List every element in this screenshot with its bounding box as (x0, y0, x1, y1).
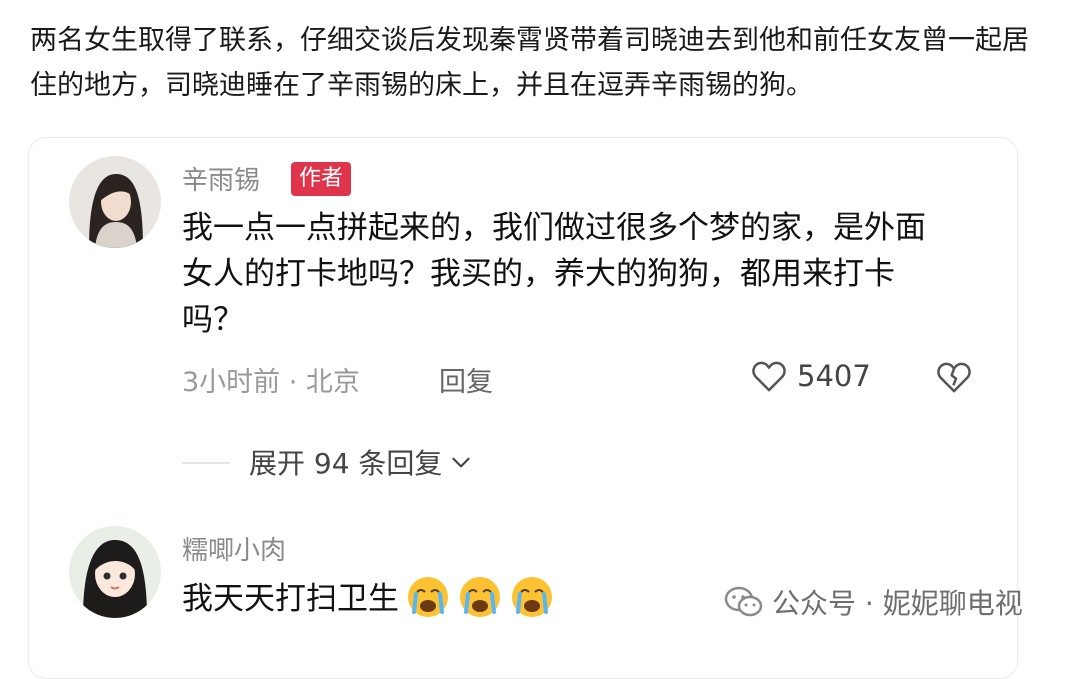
avatar[interactable] (69, 156, 161, 248)
chevron-down-icon (448, 449, 474, 475)
wechat-icon (724, 585, 764, 619)
author-badge: 作者 (291, 162, 352, 196)
comment-text-row: 我天天打扫卫生 (182, 574, 555, 624)
watermark: 公众号 · 妮妮聊电视 (724, 582, 1023, 622)
crying-face-icon (457, 574, 503, 624)
heart-outline-icon (749, 356, 789, 396)
comment-text: 我一点一点拼起来的，我们做过很多个梦的家，是外面女人的打卡地吗？我买的，养大的狗… (182, 210, 926, 338)
like-count: 5407 (797, 359, 871, 393)
comment-meta: 3小时前 · 北京 (182, 367, 360, 398)
watermark-text: 公众号 · 妮妮聊电视 (772, 587, 1023, 620)
comment-username[interactable]: 糯唧小肉 (182, 530, 286, 567)
avatar[interactable] (69, 526, 161, 618)
comment-username[interactable]: 辛雨锡 (182, 160, 260, 197)
broken-heart-icon[interactable] (934, 357, 974, 397)
reply-button[interactable]: 回复 (439, 360, 493, 399)
expand-replies-label: 展开 94 条回复 (249, 447, 443, 480)
like-button[interactable]: 5407 (749, 356, 871, 396)
expand-replies-button[interactable]: 展开 94 条回复 (249, 442, 474, 482)
crying-face-icon (405, 574, 451, 624)
crying-face-icon (509, 574, 555, 624)
comment-text: 我天天打扫卫生 (182, 581, 399, 617)
divider-line (182, 462, 230, 464)
article-paragraph: 两名女生取得了联系，仔细交谈后发现秦霄贤带着司晓迪去到他和前任女友曾一起居住的地… (30, 25, 1029, 101)
